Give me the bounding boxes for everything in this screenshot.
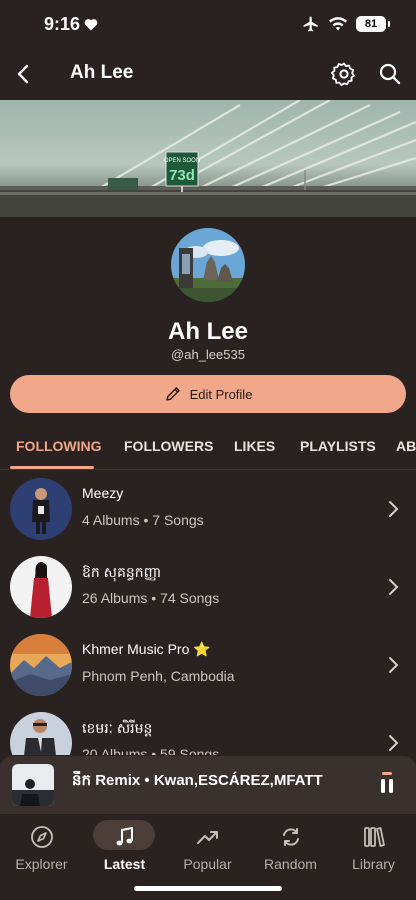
artist-avatar xyxy=(10,712,72,755)
search-icon xyxy=(379,63,401,85)
search-button[interactable] xyxy=(376,60,404,88)
now-playing-artwork xyxy=(12,764,54,806)
artist-avatar xyxy=(10,556,72,618)
gear-icon xyxy=(331,62,355,87)
profile-name: Ah Lee xyxy=(167,318,248,345)
album-art xyxy=(12,764,54,806)
edit-profile-button[interactable]: Edit Profile xyxy=(10,375,406,413)
artist-avatar xyxy=(10,634,72,696)
wifi-icon xyxy=(329,17,347,31)
nav-label: Popular xyxy=(183,856,232,872)
page-title: Ah Lee xyxy=(70,62,134,83)
list-item[interactable]: ខេមរៈ សិរីមន្ត 20 Albums • 59 Songs xyxy=(0,704,416,755)
nav-explorer[interactable]: Explorer xyxy=(0,820,83,876)
tab-following[interactable]: FOLLOWING xyxy=(16,438,102,454)
artist-meta: Phnom Penh, Cambodia xyxy=(82,668,235,684)
artist-meta: 4 Albums • 7 Songs xyxy=(82,512,204,528)
artist-photo xyxy=(10,712,72,755)
tab-playlists[interactable]: PLAYLISTS xyxy=(300,438,376,454)
artist-name: Khmer Music Pro ⭐ xyxy=(82,641,211,657)
artist-name: ឱក សុគន្ធកញ្ញា xyxy=(82,564,162,580)
artist-photo xyxy=(10,478,72,540)
artist-name: Meezy xyxy=(82,485,124,501)
temple-avatar-image xyxy=(171,228,245,302)
library-icon xyxy=(363,827,385,847)
back-button[interactable] xyxy=(10,60,38,88)
status-bar: 9:16 81 xyxy=(0,0,416,50)
chevron-right-icon xyxy=(389,657,399,673)
profile-avatar[interactable] xyxy=(169,226,247,304)
status-icons: 81 xyxy=(302,15,390,33)
nav-label: Random xyxy=(264,856,317,872)
list-item[interactable]: Meezy 4 Albums • 7 Songs xyxy=(0,470,416,548)
following-list: Meezy 4 Albums • 7 Songs ឱក សុគន្ធកញ្ញា … xyxy=(0,470,416,755)
chevron-right-icon xyxy=(389,735,399,751)
nav-label: Library xyxy=(352,856,395,872)
edit-profile-label: Edit Profile xyxy=(189,386,253,402)
nav-label: Explorer xyxy=(15,856,68,872)
banner-sign-top: OPEN SOON xyxy=(164,158,200,164)
shuffle-icon xyxy=(282,828,299,846)
active-tab-indicator xyxy=(10,466,94,469)
list-item[interactable]: Khmer Music Pro ⭐ Phnom Penh, Cambodia xyxy=(0,626,416,704)
profile-handle: @ah_lee535 xyxy=(171,347,245,362)
compass-icon xyxy=(30,826,53,848)
bridge-banner-image: OPEN SOON 73d xyxy=(0,100,416,217)
home-indicator xyxy=(134,886,282,891)
nav-random[interactable]: Random xyxy=(249,820,332,876)
nav-label: Latest xyxy=(103,856,146,872)
artist-avatar xyxy=(10,478,72,540)
nav-latest[interactable]: Latest xyxy=(83,820,166,876)
trending-icon xyxy=(196,831,218,844)
now-playing-title: នឹក Remix • Kwan,ESCÁREZ,MFATT xyxy=(72,772,323,789)
settings-button[interactable] xyxy=(330,60,358,88)
artist-photo xyxy=(10,634,72,696)
time-text: 9:16 xyxy=(44,14,81,34)
mini-player[interactable]: នឹក Remix • Kwan,ESCÁREZ,MFATT xyxy=(0,756,416,814)
tab-about[interactable]: ABO xyxy=(396,438,416,454)
artist-meta: 26 Albums • 74 Songs xyxy=(82,590,220,606)
artist-name: ខេមរៈ សិរីមន្ត xyxy=(82,720,153,736)
artist-meta: 20 Albums • 59 Songs xyxy=(82,746,220,755)
chevron-right-icon xyxy=(389,579,399,595)
tab-likes[interactable]: LIKES xyxy=(234,438,275,454)
banner-sign-number: 73d xyxy=(169,167,195,184)
pause-button[interactable] xyxy=(376,770,398,796)
battery-indicator: 81 xyxy=(356,16,390,32)
list-item[interactable]: ឱក សុគន្ធកញ្ញា 26 Albums • 74 Songs xyxy=(0,548,416,626)
chevron-right-icon xyxy=(389,501,399,517)
profile-tabs: FOLLOWING FOLLOWERS LIKES PLAYLISTS ABO xyxy=(0,430,416,470)
airplane-icon xyxy=(303,16,318,32)
tab-followers[interactable]: FOLLOWERS xyxy=(124,438,213,454)
heart-icon xyxy=(84,19,98,31)
nav-library[interactable]: Library xyxy=(332,820,415,876)
top-bar: Ah Lee xyxy=(0,50,416,98)
artist-photo xyxy=(10,556,72,618)
music-note-icon xyxy=(116,826,133,846)
profile-banner: OPEN SOON 73d xyxy=(0,100,416,217)
nav-popular[interactable]: Popular xyxy=(166,820,249,876)
status-time: 9:16 xyxy=(44,14,98,35)
pause-icon xyxy=(381,772,393,793)
pencil-icon xyxy=(165,387,180,401)
chevron-left-icon xyxy=(17,64,29,84)
